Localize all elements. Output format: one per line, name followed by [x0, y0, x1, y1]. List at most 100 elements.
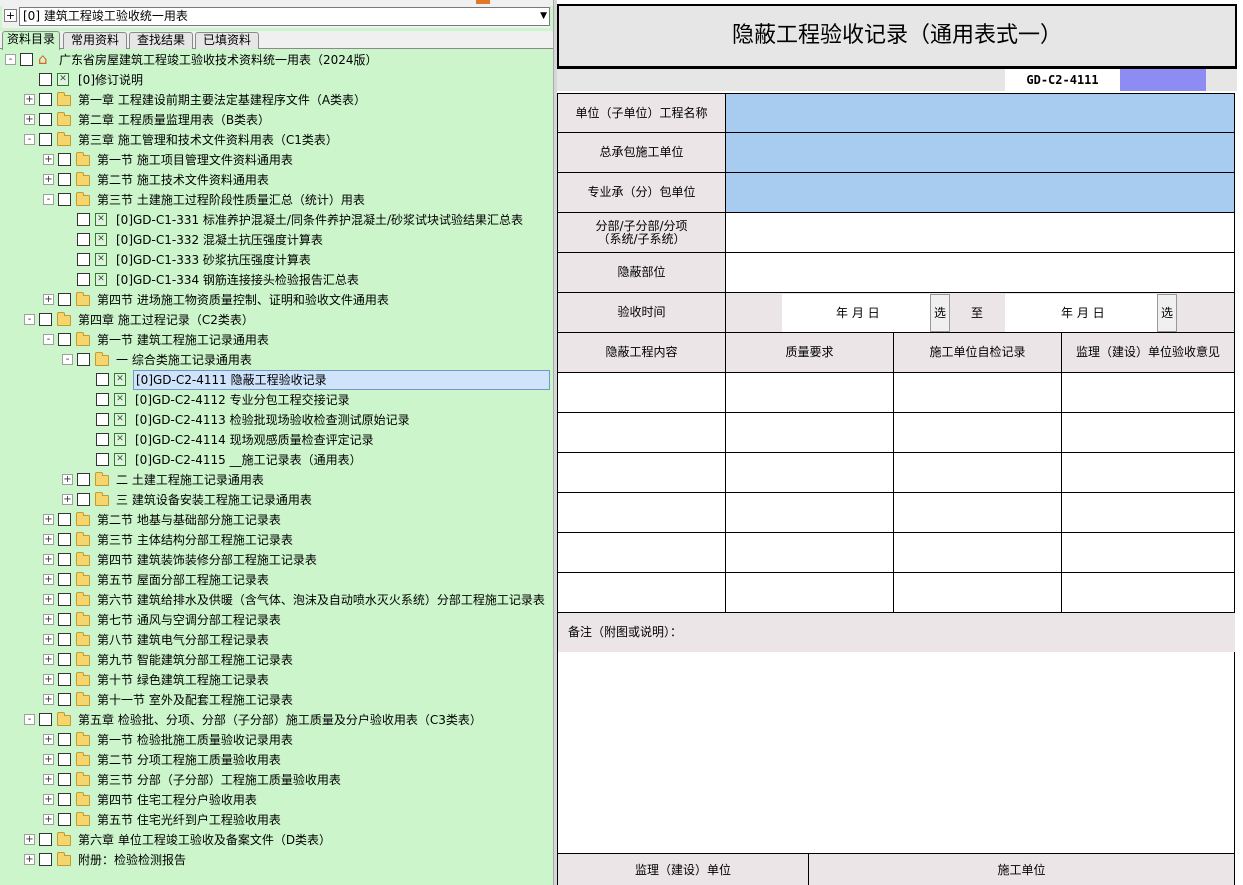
expand-icon[interactable]: +	[43, 674, 54, 685]
expand-icon[interactable]: +	[43, 654, 54, 665]
expand-icon[interactable]: +	[24, 834, 35, 845]
tree-row[interactable]: + 第三节 分部（子分部）工程施工质量验收用表	[0, 770, 553, 790]
tree-item-label[interactable]: 第二节 施工技术文件资料通用表	[95, 170, 271, 190]
tree-row[interactable]: ✕ [0]GD-C2-4115 __施工记录表（通用表）	[0, 450, 553, 470]
collapse-icon[interactable]: -	[43, 194, 54, 205]
expand-icon[interactable]: +	[43, 754, 54, 765]
hidden-part-input[interactable]	[726, 253, 1235, 293]
tree-row[interactable]: + 第十一节 室外及配套工程施工记录表	[0, 690, 553, 710]
tab-search-results[interactable]: 查找结果	[129, 32, 193, 49]
tree-checkbox[interactable]	[39, 313, 52, 326]
tree-item-label[interactable]: [0]GD-C1-333 砂浆抗压强度计算表	[114, 250, 313, 270]
table-cell[interactable]	[557, 573, 726, 613]
tree-row[interactable]: + 第八节 建筑电气分部工程记录表	[0, 630, 553, 650]
tree-item-label[interactable]: [0]GD-C1-334 钢筋连接接头检验报告汇总表	[114, 270, 361, 290]
toolbar-icon[interactable]	[476, 0, 490, 4]
tree-row[interactable]: ✕ [0]修订说明	[0, 70, 553, 90]
tree-checkbox[interactable]	[96, 433, 109, 446]
tree-checkbox[interactable]	[58, 173, 71, 186]
tree-row[interactable]: + 附册：检验检测报告	[0, 850, 553, 870]
table-cell[interactable]	[894, 573, 1062, 613]
tree-checkbox[interactable]	[39, 133, 52, 146]
tree-item-label[interactable]: 第五章 检验批、分项、分部（子分部）施工质量及分户验收用表（C3类表）	[76, 710, 484, 730]
expand-icon[interactable]: +	[24, 854, 35, 865]
tree-item-label[interactable]: 第三节 主体结构分部工程施工记录表	[95, 530, 295, 550]
tree-checkbox[interactable]	[58, 753, 71, 766]
tree-checkbox[interactable]	[96, 373, 109, 386]
table-cell[interactable]	[726, 453, 894, 493]
expand-icon[interactable]: +	[43, 174, 54, 185]
tree-row[interactable]: - 第三章 施工管理和技术文件资料用表（C1类表）	[0, 130, 553, 150]
tree-item-label[interactable]: 第六章 单位工程竣工验收及备案文件（D类表）	[76, 830, 333, 850]
tree-checkbox[interactable]	[77, 213, 90, 226]
tree-item-label[interactable]: [0]修订说明	[76, 70, 145, 90]
tree-item-label[interactable]: 第十一节 室外及配套工程施工记录表	[95, 690, 295, 710]
tree-item-label[interactable]: 第六节 建筑给排水及供暖（含气体、泡沫及自动喷水灭火系统）分部工程施工记录表	[95, 590, 547, 610]
table-cell[interactable]	[1062, 533, 1235, 573]
tree-item-label[interactable]: 第三章 施工管理和技术文件资料用表（C1类表）	[76, 130, 340, 150]
tree-row[interactable]: + 第三节 主体结构分部工程施工记录表	[0, 530, 553, 550]
tree-item-label[interactable]: 第五节 屋面分部工程施工记录表	[95, 570, 271, 590]
tree-row[interactable]: - 一 综合类施工记录通用表	[0, 350, 553, 370]
expand-icon[interactable]: +	[43, 634, 54, 645]
table-cell[interactable]	[726, 373, 894, 413]
expand-icon[interactable]: +	[62, 474, 73, 485]
collapse-icon[interactable]: -	[24, 314, 35, 325]
collapse-icon[interactable]: -	[24, 714, 35, 725]
tab-catalog[interactable]: 资料目录	[2, 31, 60, 50]
tree-checkbox[interactable]	[96, 453, 109, 466]
tree-item-label[interactable]: [0]GD-C2-4113 检验批现场验收检查测试原始记录	[133, 410, 412, 430]
tree-checkbox[interactable]	[58, 653, 71, 666]
tree-row[interactable]: ✕ [0]GD-C1-331 标准养护混凝土/同条件养护混凝土/砂浆试块试验结果汇…	[0, 210, 553, 230]
table-cell[interactable]	[557, 493, 726, 533]
tree-item-label[interactable]: 第一节 检验批施工质量验收记录用表	[95, 730, 295, 750]
tree-row[interactable]: + 三 建筑设备安装工程施工记录通用表	[0, 490, 553, 510]
tree-item-label[interactable]: 第二章 工程质量监理用表（B类表）	[76, 110, 272, 130]
tree-row[interactable]: + 第五节 住宅光纤到户工程验收用表	[0, 810, 553, 830]
tree-row[interactable]: + 第六节 建筑给排水及供暖（含气体、泡沫及自动喷水灭火系统）分部工程施工记录表	[0, 590, 553, 610]
date-from-field[interactable]: 年 月 日	[782, 294, 930, 332]
table-cell[interactable]	[557, 413, 726, 453]
tree-checkbox[interactable]	[39, 833, 52, 846]
tree-row[interactable]: + 第六章 单位工程竣工验收及备案文件（D类表）	[0, 830, 553, 850]
chevron-down-icon[interactable]: ▼	[540, 8, 547, 25]
tree-row[interactable]: + 第二节 施工技术文件资料通用表	[0, 170, 553, 190]
tree-item-label[interactable]: 一 综合类施工记录通用表	[114, 350, 254, 370]
collapse-icon[interactable]: -	[24, 134, 35, 145]
unit-project-name-input[interactable]	[726, 93, 1235, 133]
tree-checkbox[interactable]	[20, 53, 33, 66]
tab-filled[interactable]: 已填资料	[195, 32, 259, 49]
table-cell[interactable]	[894, 373, 1062, 413]
date-from-pick-button[interactable]: 选	[930, 294, 950, 332]
tree-checkbox[interactable]	[58, 673, 71, 686]
expand-icon[interactable]: +	[43, 514, 54, 525]
tree-row[interactable]: + 第一章 工程建设前期主要法定基建程序文件（A类表）	[0, 90, 553, 110]
expand-icon[interactable]: +	[43, 554, 54, 565]
expand-icon[interactable]: +	[24, 94, 35, 105]
table-cell[interactable]	[726, 493, 894, 533]
tree-checkbox[interactable]	[39, 113, 52, 126]
tree-row[interactable]: + 第四节 建筑装饰装修分部工程施工记录表	[0, 550, 553, 570]
table-cell[interactable]	[1062, 453, 1235, 493]
tree-checkbox[interactable]	[58, 773, 71, 786]
tree-checkbox[interactable]	[96, 393, 109, 406]
tree-item-label[interactable]: 第五节 住宅光纤到户工程验收用表	[95, 810, 283, 830]
table-cell[interactable]	[726, 533, 894, 573]
tree-item-label[interactable]: [0]GD-C1-331 标准养护混凝土/同条件养护混凝土/砂浆试块试验结果汇总…	[114, 210, 525, 230]
collapse-icon[interactable]: -	[5, 54, 16, 65]
table-cell[interactable]	[894, 413, 1062, 453]
expand-icon[interactable]: +	[43, 594, 54, 605]
table-set-dropdown[interactable]: [0] 建筑工程竣工验收统一用表 ▼	[19, 7, 550, 26]
tree-checkbox[interactable]	[77, 473, 90, 486]
tree-row[interactable]: + 第一节 施工项目管理文件资料通用表	[0, 150, 553, 170]
tree-item-label[interactable]: 附册：检验检测报告	[76, 850, 188, 870]
collapse-icon[interactable]: -	[62, 354, 73, 365]
tree-row[interactable]: + 第五节 屋面分部工程施工记录表	[0, 570, 553, 590]
expand-icon[interactable]: +	[43, 574, 54, 585]
date-to-pick-button[interactable]: 选	[1157, 294, 1177, 332]
tree-item-label[interactable]: 第十节 绿色建筑工程施工记录表	[95, 670, 271, 690]
tree-row[interactable]: + 第七节 通风与空调分部工程记录表	[0, 610, 553, 630]
tree-item-label[interactable]: 第一章 工程建设前期主要法定基建程序文件（A类表）	[76, 90, 368, 110]
tree-row[interactable]: + 第四节 进场施工物资质量控制、证明和验收文件通用表	[0, 290, 553, 310]
tree-row[interactable]: ✕ [0]GD-C2-4111 隐蔽工程验收记录	[0, 370, 553, 390]
